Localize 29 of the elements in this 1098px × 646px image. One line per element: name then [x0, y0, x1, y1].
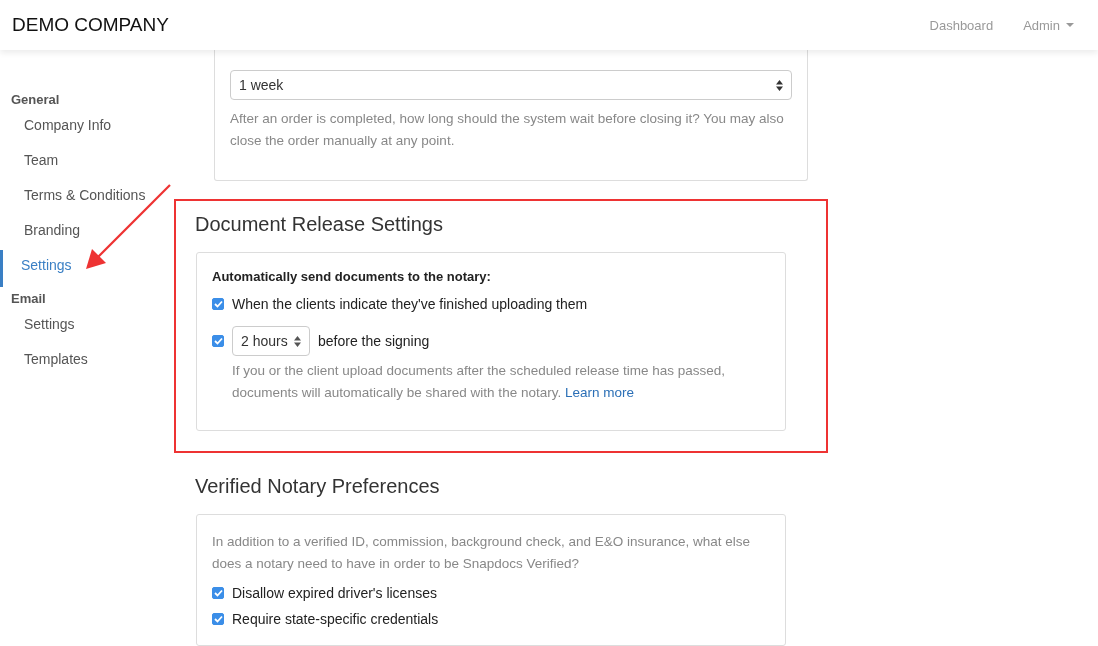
caret-icon [1066, 23, 1074, 27]
help-text: If you or the client upload documents after the scheduled release time has passed, documents will automatically be shared with the notary. Learn more [232, 362, 727, 402]
section-title: Document Release Settings [195, 213, 444, 236]
brand-name[interactable]: DEMO COMPANY [12, 14, 169, 36]
sidebar-item[interactable]: Terms & Conditions [0, 180, 194, 217]
checkbox-label: Disallow expired driver's licenses [232, 585, 437, 601]
checkbox[interactable] [212, 335, 224, 347]
sidebar-heading: General [10, 91, 61, 109]
select-field[interactable]: 1 week [230, 70, 792, 100]
checkbox-label: before the signing [318, 333, 430, 349]
sidebar-item[interactable]: Templates [0, 344, 194, 381]
checkbox[interactable] [212, 298, 224, 310]
sidebar-item[interactable]: Settings [0, 309, 194, 346]
sidebar-item[interactable]: Company Info [0, 110, 194, 147]
learn-more-link[interactable]: Learn more [564, 385, 634, 400]
intro-text: In addition to a verified ID, commission, background check, and E&O insurance, what else does a notary need to have in order to be Snapdocs Verified? [212, 533, 752, 573]
checkbox[interactable] [212, 587, 224, 599]
checkbox-label: When the clients indicate they've finished uploading them [232, 296, 588, 312]
updown-icon [294, 335, 301, 347]
updown-icon [776, 79, 783, 91]
section-title: Verified Notary Preferences [195, 475, 441, 498]
sidebar-heading: Email [10, 290, 47, 308]
help-text: After an order is completed, how long should the system wait before closing it? You may also close the order manually at any point. [230, 110, 785, 150]
sidebar-item[interactable]: Branding [0, 215, 194, 252]
select-field[interactable]: 2 hours [232, 326, 310, 356]
field-label: Automatically send documents to the notary: [212, 269, 492, 284]
checkbox[interactable] [212, 613, 224, 625]
sidebar-item[interactable]: Team [0, 145, 194, 182]
checkbox-label: Require state-specific credentials [232, 611, 439, 627]
